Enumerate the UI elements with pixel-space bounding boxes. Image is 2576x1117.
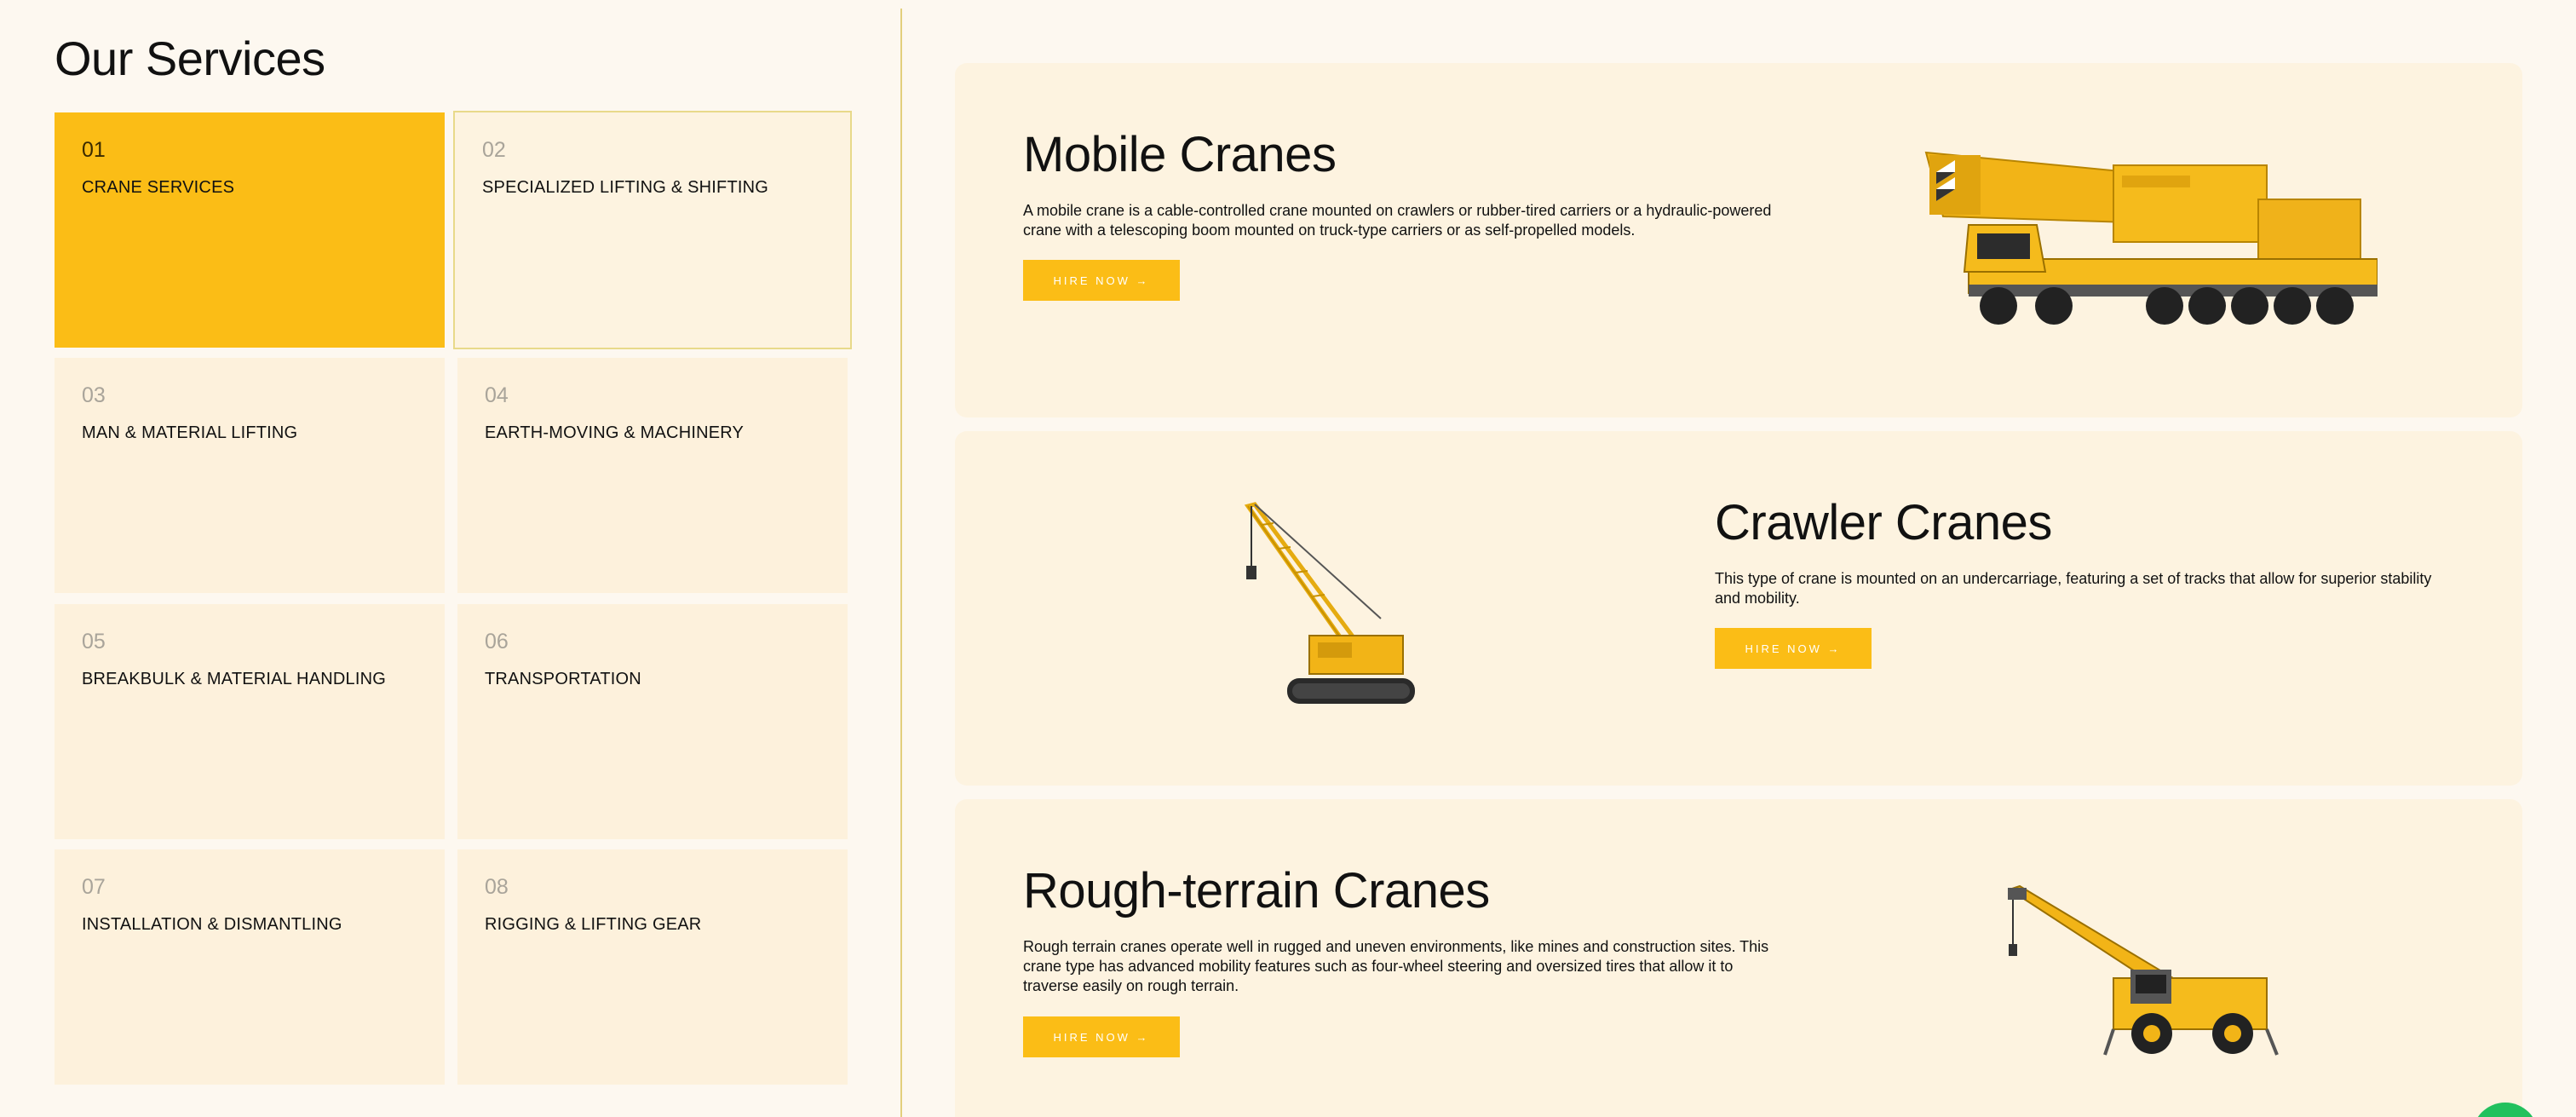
service-tile-transportation[interactable]: 06 TRANSPORTATION <box>457 604 848 839</box>
service-tile-rigging[interactable]: 08 RIGGING & LIFTING GEAR <box>457 849 848 1085</box>
service-label: RIGGING & LIFTING GEAR <box>485 915 702 934</box>
service-number: 03 <box>82 383 106 407</box>
hire-now-button[interactable]: HIRE NOW → <box>1023 1016 1180 1057</box>
service-tile-crane-services[interactable]: 01 CRANE SERVICES <box>55 112 445 348</box>
card-title: Rough-terrain Cranes <box>1023 863 1490 918</box>
card-description: Rough terrain cranes operate well in rug… <box>1023 938 1769 994</box>
hire-now-button[interactable]: HIRE NOW → <box>1023 260 1180 301</box>
column-divider <box>900 9 902 1117</box>
page-title: Our Services <box>55 32 325 85</box>
card-description: A mobile crane is a cable-controlled cra… <box>1023 202 1772 239</box>
service-number: 06 <box>485 630 509 654</box>
services-page: Our Services 01 CRANE SERVICES 02 SPECIA… <box>0 0 2576 1117</box>
services-panel: Our Services 01 CRANE SERVICES 02 SPECIA… <box>55 0 852 1117</box>
service-number: 01 <box>82 138 106 162</box>
service-label: BREAKBULK & MATERIAL HANDLING <box>82 670 387 688</box>
service-tile-installation[interactable]: 07 INSTALLATION & DISMANTLING <box>55 849 445 1085</box>
service-number: 02 <box>482 138 506 162</box>
service-tile-man-material-lifting[interactable]: 03 MAN & MATERIAL LIFTING <box>55 358 445 593</box>
service-number: 07 <box>82 875 106 899</box>
service-tile-breakbulk[interactable]: 05 BREAKBULK & MATERIAL HANDLING <box>55 604 445 839</box>
service-label: MAN & MATERIAL LIFTING <box>82 423 298 442</box>
service-tile-earth-moving[interactable]: 04 EARTH-MOVING & MACHINERY <box>457 358 848 593</box>
service-tile-specialized-lifting[interactable]: 02 SPECIALIZED LIFTING & SHIFTING <box>453 111 852 349</box>
service-label: TRANSPORTATION <box>485 670 641 688</box>
hire-now-button[interactable]: HIRE NOW → <box>1715 628 1872 669</box>
card-description: This type of crane is mounted on an unde… <box>1715 570 2432 607</box>
card-title: Mobile Cranes <box>1023 127 1337 182</box>
crane-card-rough-terrain: Rough-terrain Cranes Rough terrain crane… <box>955 799 2522 1117</box>
service-number: 04 <box>485 383 509 407</box>
service-number: 08 <box>485 875 509 899</box>
crawler-crane-image <box>1244 502 1415 704</box>
service-label: CRANE SERVICES <box>82 178 235 197</box>
mobile-crane-image <box>1924 151 2378 325</box>
service-label: EARTH-MOVING & MACHINERY <box>485 423 745 442</box>
card-title: Crawler Cranes <box>1715 495 2052 550</box>
rough-terrain-crane-image <box>2007 884 2279 1056</box>
crane-card-crawler: Crawler Cranes This type of crane is mou… <box>955 431 2522 786</box>
crane-card-mobile: Mobile Cranes A mobile crane is a cable-… <box>955 63 2522 417</box>
service-label: SPECIALIZED LIFTING & SHIFTING <box>482 178 769 197</box>
service-number: 05 <box>82 630 106 654</box>
service-label: INSTALLATION & DISMANTLING <box>82 915 342 934</box>
